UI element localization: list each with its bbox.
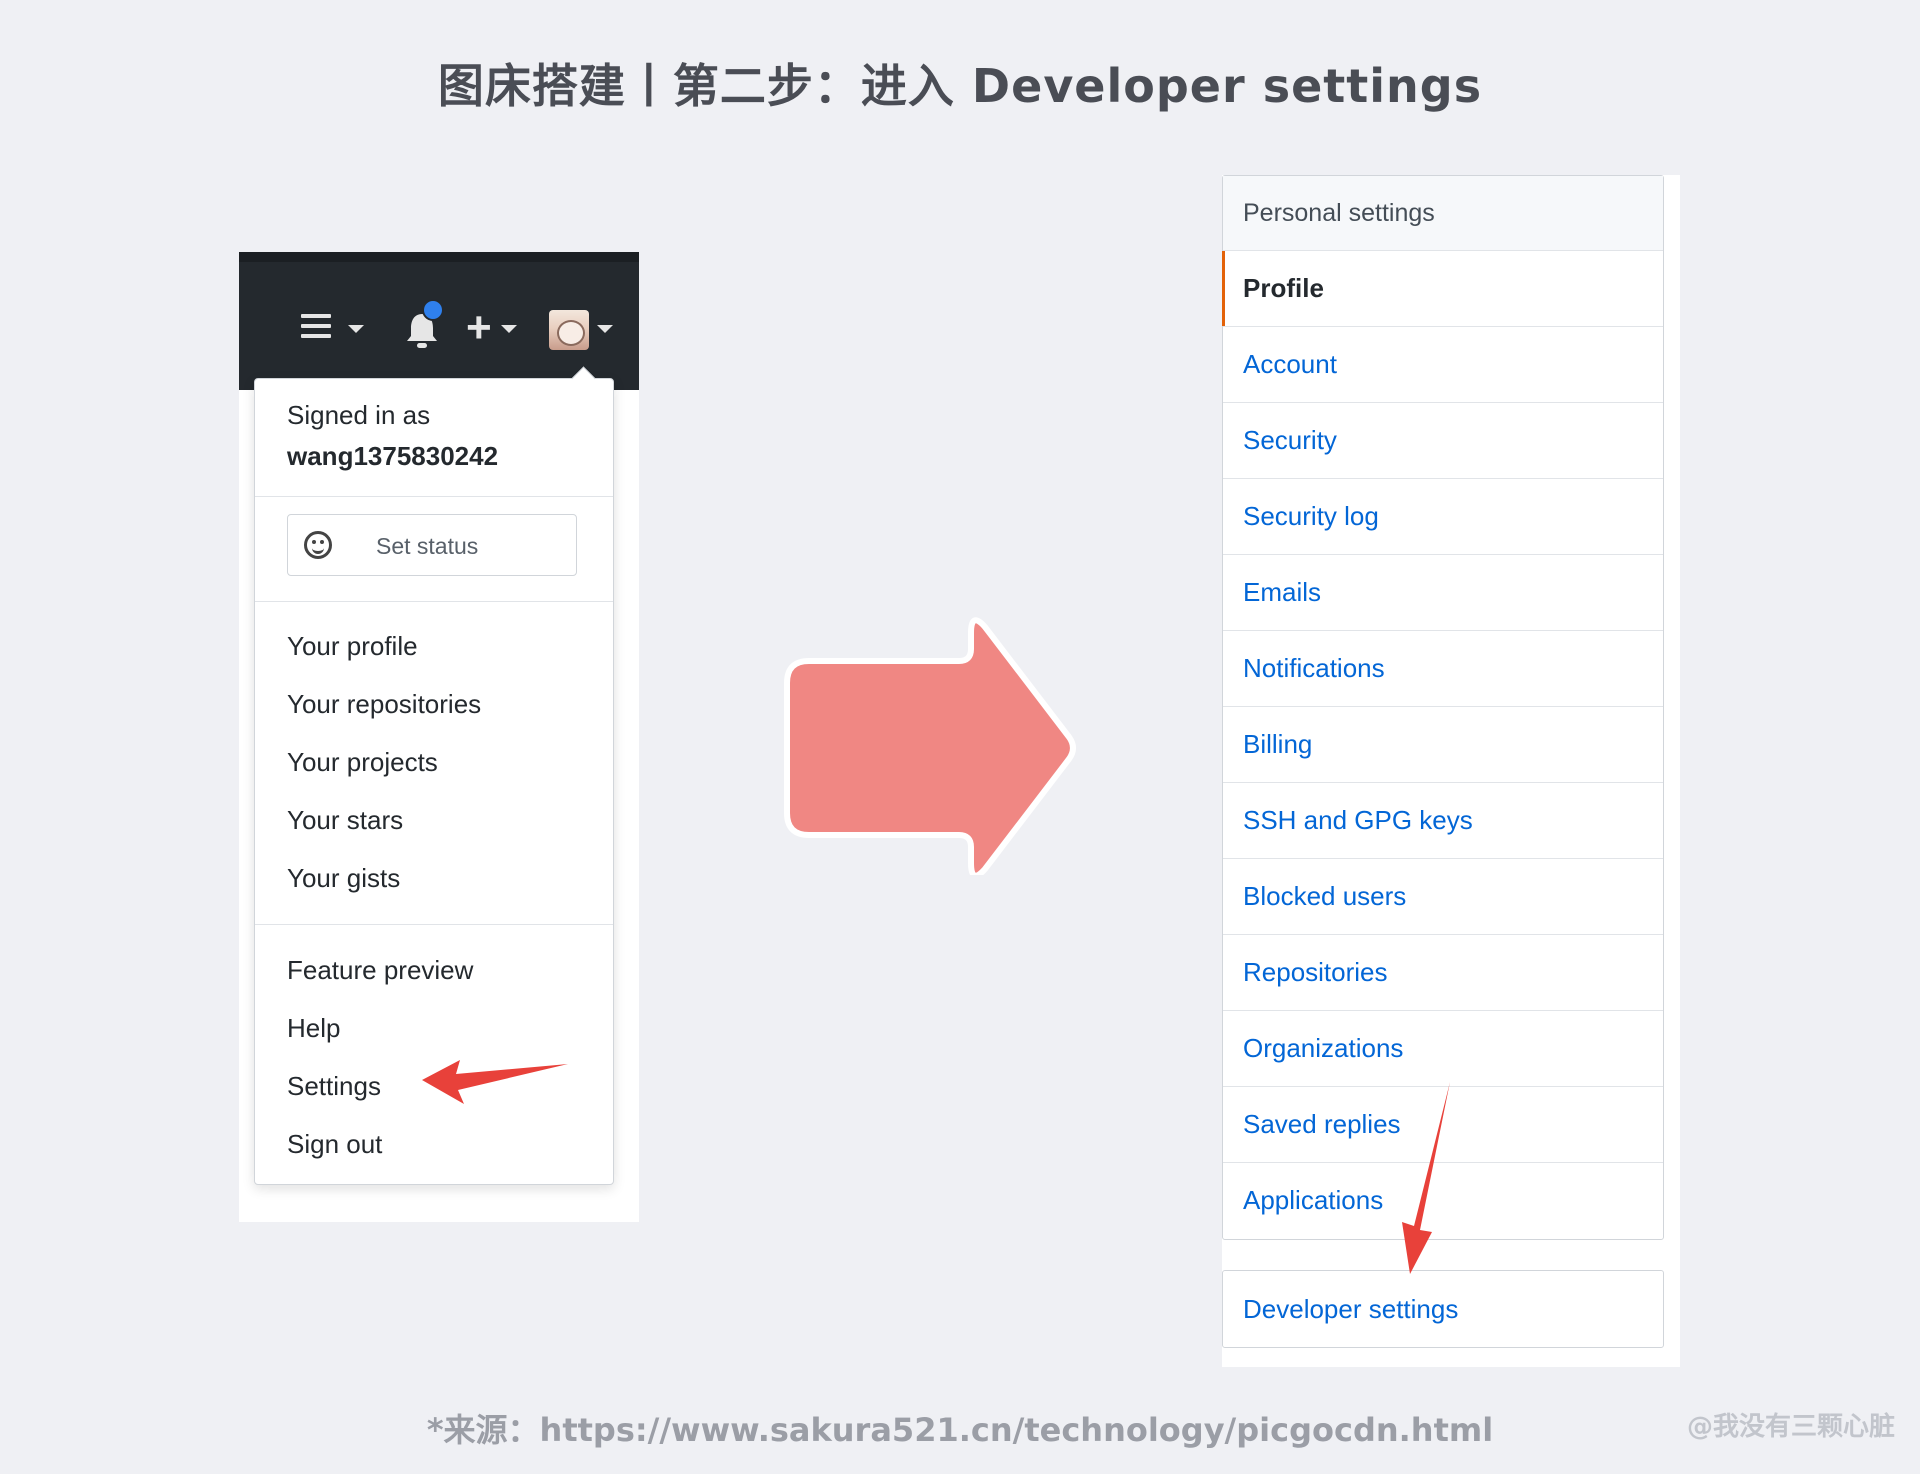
- menu-item-sign-out[interactable]: Sign out: [287, 1129, 382, 1160]
- chevron-down-icon: [348, 325, 364, 333]
- menu-item-your-stars[interactable]: Your stars: [287, 805, 403, 836]
- settings-item-repositories[interactable]: Repositories: [1223, 935, 1663, 1011]
- settings-item-notifications[interactable]: Notifications: [1223, 631, 1663, 707]
- settings-item-profile[interactable]: Profile: [1222, 251, 1663, 327]
- menu-item-settings[interactable]: Settings: [287, 1071, 381, 1102]
- developer-settings-link[interactable]: Developer settings: [1222, 1270, 1664, 1348]
- set-status-button[interactable]: Set status: [287, 514, 577, 576]
- hamburger-icon[interactable]: [301, 314, 331, 344]
- menu-item-your-repositories[interactable]: Your repositories: [287, 689, 481, 720]
- settings-item-security[interactable]: Security: [1223, 403, 1663, 479]
- watermark: @我没有三颗心脏: [1686, 1412, 1895, 1442]
- divider: [255, 924, 613, 925]
- red-pointer-arrow-icon: [422, 1060, 568, 1104]
- set-status-label: Set status: [376, 533, 479, 559]
- settings-item-ssh-gpg-keys[interactable]: SSH and GPG keys: [1223, 783, 1663, 859]
- chevron-down-icon: [597, 325, 613, 333]
- page-title: 图床搭建丨第二步：进入 Developer settings: [437, 59, 1483, 113]
- divider: [255, 496, 613, 497]
- chevron-down-icon: [501, 325, 517, 333]
- menu-header: Personal settings: [1223, 176, 1663, 251]
- red-pointer-arrow-icon: [1402, 1082, 1450, 1274]
- menu-item-your-profile[interactable]: Your profile: [287, 631, 418, 662]
- settings-item-billing[interactable]: Billing: [1223, 707, 1663, 783]
- menu-item-your-projects[interactable]: Your projects: [287, 747, 438, 778]
- settings-item-organizations[interactable]: Organizations: [1223, 1011, 1663, 1087]
- menu-item-your-gists[interactable]: Your gists: [287, 863, 400, 894]
- avatar[interactable]: [549, 310, 589, 350]
- settings-item-emails[interactable]: Emails: [1223, 555, 1663, 631]
- settings-item-security-log[interactable]: Security log: [1223, 479, 1663, 555]
- source-note: *来源：https://www.sakura521.cn/technology/…: [426, 1411, 1494, 1449]
- smiley-icon: [304, 531, 332, 559]
- menu-item-feature-preview[interactable]: Feature preview: [287, 955, 473, 986]
- divider: [255, 601, 613, 602]
- plus-icon[interactable]: +: [466, 306, 492, 350]
- right-arrow-icon: [784, 617, 1076, 875]
- notification-dot: [422, 299, 444, 321]
- settings-item-blocked-users[interactable]: Blocked users: [1223, 859, 1663, 935]
- signed-in-label: Signed in as: [287, 400, 431, 430]
- username[interactable]: wang1375830242: [287, 441, 498, 472]
- settings-item-account[interactable]: Account: [1223, 327, 1663, 403]
- menu-item-help[interactable]: Help: [287, 1013, 340, 1044]
